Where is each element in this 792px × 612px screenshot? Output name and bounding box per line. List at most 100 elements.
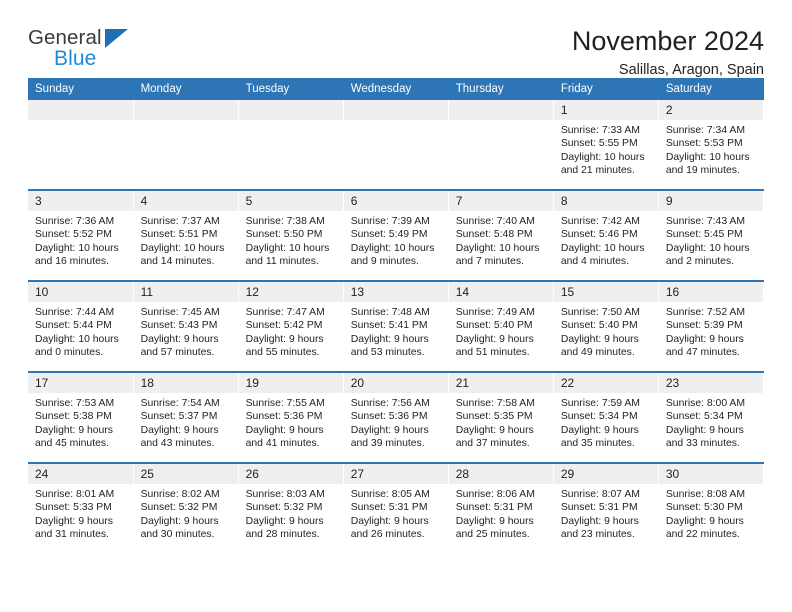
day-number [448, 100, 553, 120]
calendar-day-cell[interactable]: 14 Sunrise: 7:49 AM Sunset: 5:40 PM Dayligh… [448, 281, 554, 373]
daylight-text: Daylight: 10 hours and 14 minutes. [140, 242, 225, 267]
day-number: 22 [553, 373, 658, 393]
day-cell-inner: 6 Sunrise: 7:39 AM Sunset: 5:49 PM Daylight… [343, 191, 448, 280]
logo[interactable]: General Blue [28, 26, 140, 76]
sun-info: Sunrise: 7:42 AM Sunset: 5:46 PM Daylight:… [554, 211, 658, 268]
sun-info: Sunrise: 7:45 AM Sunset: 5:43 PM Daylight:… [134, 302, 238, 359]
calendar-day-cell[interactable]: 27 Sunrise: 8:05 AM Sunset: 5:31 PM Dayligh… [343, 463, 449, 553]
sunrise-text: Sunrise: 8:08 AM [665, 489, 746, 500]
day-number [343, 100, 448, 120]
calendar-day-cell[interactable]: 26 Sunrise: 8:03 AM Sunset: 5:32 PM Dayligh… [238, 463, 344, 553]
day-cell-inner: 9 Sunrise: 7:43 AM Sunset: 5:45 PM Daylight… [658, 191, 763, 280]
calendar-day-cell[interactable]: 3 Sunrise: 7:36 AM Sunset: 5:52 PM Daylight… [28, 190, 134, 282]
calendar-day-cell[interactable]: 6 Sunrise: 7:39 AM Sunset: 5:49 PM Daylight… [343, 190, 449, 282]
sunset-text: Sunset: 5:32 PM [245, 502, 323, 514]
day-cell-inner [448, 100, 553, 189]
blue-triangle-icon [105, 29, 128, 48]
calendar-day-cell[interactable]: 9 Sunrise: 7:43 AM Sunset: 5:45 PM Daylight… [658, 190, 765, 282]
sunset-text: Sunset: 5:35 PM [455, 411, 533, 423]
sunrise-text: Sunrise: 7:43 AM [665, 216, 746, 227]
logo-text-blue: Blue [54, 47, 97, 70]
sunrise-text: Sunrise: 7:58 AM [455, 398, 535, 409]
sunrise-text: Sunrise: 8:03 AM [245, 489, 325, 500]
day-number: 14 [448, 282, 553, 302]
calendar-page: General Blue November 2024 Salillas, Ara… [0, 0, 792, 612]
calendar-day-cell[interactable]: 10 Sunrise: 7:44 AM Sunset: 5:44 PM Dayligh… [28, 281, 134, 373]
calendar-day-cell[interactable]: 19 Sunrise: 7:55 AM Sunset: 5:36 PM Dayligh… [238, 372, 344, 464]
calendar-day-cell[interactable]: 16 Sunrise: 7:52 AM Sunset: 5:39 PM Dayligh… [658, 281, 765, 373]
day-number: 3 [28, 191, 133, 211]
daylight-text: Daylight: 9 hours and 47 minutes. [665, 333, 744, 358]
sunset-text: Sunset: 5:55 PM [560, 138, 638, 150]
calendar-day-cell[interactable]: 18 Sunrise: 7:54 AM Sunset: 5:37 PM Dayligh… [133, 372, 239, 464]
day-cell-inner: 26 Sunrise: 8:03 AM Sunset: 5:32 PM Dayligh… [238, 464, 343, 553]
daylight-text: Daylight: 9 hours and 49 minutes. [560, 333, 639, 358]
daylight-text: Daylight: 10 hours and 16 minutes. [35, 242, 119, 267]
calendar-day-cell[interactable]: 23 Sunrise: 8:00 AM Sunset: 5:34 PM Dayligh… [658, 372, 765, 464]
daylight-text: Daylight: 9 hours and 43 minutes. [140, 424, 219, 449]
day-cell-inner: 15 Sunrise: 7:50 AM Sunset: 5:40 PM Dayligh… [553, 282, 658, 371]
sun-info: Sunrise: 8:03 AM Sunset: 5:32 PM Daylight:… [239, 484, 343, 541]
day-cell-inner: 8 Sunrise: 7:42 AM Sunset: 5:46 PM Daylight… [553, 191, 658, 280]
calendar-day-cell[interactable]: 30 Sunrise: 8:08 AM Sunset: 5:30 PM Dayligh… [658, 463, 765, 553]
day-number: 16 [658, 282, 763, 302]
sunset-text: Sunset: 5:40 PM [560, 320, 638, 332]
calendar-day-cell[interactable]: 5 Sunrise: 7:38 AM Sunset: 5:50 PM Daylight… [238, 190, 344, 282]
calendar-day-cell[interactable]: 11 Sunrise: 7:45 AM Sunset: 5:43 PM Dayligh… [133, 281, 239, 373]
calendar-day-cell[interactable]: 13 Sunrise: 7:48 AM Sunset: 5:41 PM Dayligh… [343, 281, 449, 373]
calendar-day-cell[interactable]: 29 Sunrise: 8:07 AM Sunset: 5:31 PM Dayligh… [553, 463, 659, 553]
daylight-text: Daylight: 10 hours and 11 minutes. [245, 242, 330, 267]
day-number: 29 [553, 464, 658, 484]
daylight-text: Daylight: 10 hours and 0 minutes. [35, 333, 119, 358]
calendar-day-cell[interactable]: 25 Sunrise: 8:02 AM Sunset: 5:32 PM Dayligh… [133, 463, 239, 553]
day-number: 9 [658, 191, 763, 211]
calendar-day-cell[interactable]: 20 Sunrise: 7:56 AM Sunset: 5:36 PM Dayligh… [343, 372, 449, 464]
page-title: November 2024 [571, 26, 764, 56]
day-cell-inner: 12 Sunrise: 7:47 AM Sunset: 5:42 PM Dayligh… [238, 282, 343, 371]
calendar-day-cell[interactable]: 12 Sunrise: 7:47 AM Sunset: 5:42 PM Dayligh… [238, 281, 344, 373]
weekday-header-sunday: Sunday [28, 78, 134, 100]
sunrise-text: Sunrise: 7:36 AM [35, 216, 115, 227]
day-cell-inner [28, 100, 133, 189]
sun-info: Sunrise: 7:48 AM Sunset: 5:41 PM Daylight:… [344, 302, 448, 359]
calendar-day-cell[interactable]: 1 Sunrise: 7:33 AM Sunset: 5:55 PM Daylight… [553, 100, 659, 191]
sun-info: Sunrise: 7:44 AM Sunset: 5:44 PM Daylight:… [28, 302, 133, 359]
calendar-day-cell[interactable]: 22 Sunrise: 7:59 AM Sunset: 5:34 PM Dayligh… [553, 372, 659, 464]
calendar-day-cell[interactable]: 15 Sunrise: 7:50 AM Sunset: 5:40 PM Dayligh… [553, 281, 659, 373]
calendar-day-cell[interactable]: 4 Sunrise: 7:37 AM Sunset: 5:51 PM Daylight… [133, 190, 239, 282]
daylight-text: Daylight: 9 hours and 45 minutes. [35, 424, 113, 449]
daylight-text: Daylight: 9 hours and 55 minutes. [245, 333, 324, 358]
sun-info: Sunrise: 7:37 AM Sunset: 5:51 PM Daylight:… [134, 211, 238, 268]
day-number: 25 [133, 464, 238, 484]
sun-info: Sunrise: 7:59 AM Sunset: 5:34 PM Daylight:… [554, 393, 658, 450]
daylight-text: Daylight: 9 hours and 23 minutes. [560, 515, 639, 540]
calendar-day-cell[interactable]: 8 Sunrise: 7:42 AM Sunset: 5:46 PM Daylight… [553, 190, 659, 282]
weekday-header-monday: Monday [133, 78, 239, 100]
calendar-day-cell[interactable]: 28 Sunrise: 8:06 AM Sunset: 5:31 PM Dayligh… [448, 463, 554, 553]
day-cell-inner: 18 Sunrise: 7:54 AM Sunset: 5:37 PM Dayligh… [133, 373, 238, 462]
title-block: November 2024 Salillas, Aragon, Spain [572, 26, 764, 78]
calendar-day-cell[interactable]: 17 Sunrise: 7:53 AM Sunset: 5:38 PM Dayligh… [28, 372, 134, 464]
calendar-day-cell[interactable]: 24 Sunrise: 8:01 AM Sunset: 5:33 PM Dayligh… [28, 463, 134, 553]
sun-info: Sunrise: 7:55 AM Sunset: 5:36 PM Daylight:… [239, 393, 343, 450]
day-cell-inner [238, 100, 343, 189]
daylight-text: Daylight: 9 hours and 33 minutes. [665, 424, 744, 449]
day-cell-inner: 30 Sunrise: 8:08 AM Sunset: 5:30 PM Dayligh… [658, 464, 763, 553]
day-cell-inner: 23 Sunrise: 8:00 AM Sunset: 5:34 PM Dayligh… [658, 373, 763, 462]
calendar-week-row: 3 Sunrise: 7:36 AM Sunset: 5:52 PM Daylight… [28, 190, 765, 282]
day-number: 30 [658, 464, 763, 484]
sun-info: Sunrise: 7:34 AM Sunset: 5:53 PM Daylight:… [659, 120, 763, 177]
day-number: 6 [343, 191, 448, 211]
daylight-text: Daylight: 9 hours and 30 minutes. [140, 515, 219, 540]
calendar-day-cell[interactable]: 21 Sunrise: 7:58 AM Sunset: 5:35 PM Dayligh… [448, 372, 554, 464]
sun-info: Sunrise: 8:06 AM Sunset: 5:31 PM Daylight:… [449, 484, 553, 541]
daylight-text: Daylight: 10 hours and 21 minutes. [560, 151, 645, 176]
daylight-text: Daylight: 9 hours and 41 minutes. [245, 424, 324, 449]
calendar-day-cell[interactable]: 7 Sunrise: 7:40 AM Sunset: 5:48 PM Daylight… [448, 190, 554, 282]
calendar-day-cell[interactable]: 2 Sunrise: 7:34 AM Sunset: 5:53 PM Daylight… [658, 100, 765, 191]
day-cell-inner: 11 Sunrise: 7:45 AM Sunset: 5:43 PM Dayligh… [133, 282, 238, 371]
calendar-grid: Sunday Monday Tuesday Wednesday Thursday… [28, 78, 765, 553]
daylight-text: Daylight: 9 hours and 37 minutes. [455, 424, 534, 449]
day-number: 4 [133, 191, 238, 211]
daylight-text: Daylight: 10 hours and 7 minutes. [455, 242, 540, 267]
